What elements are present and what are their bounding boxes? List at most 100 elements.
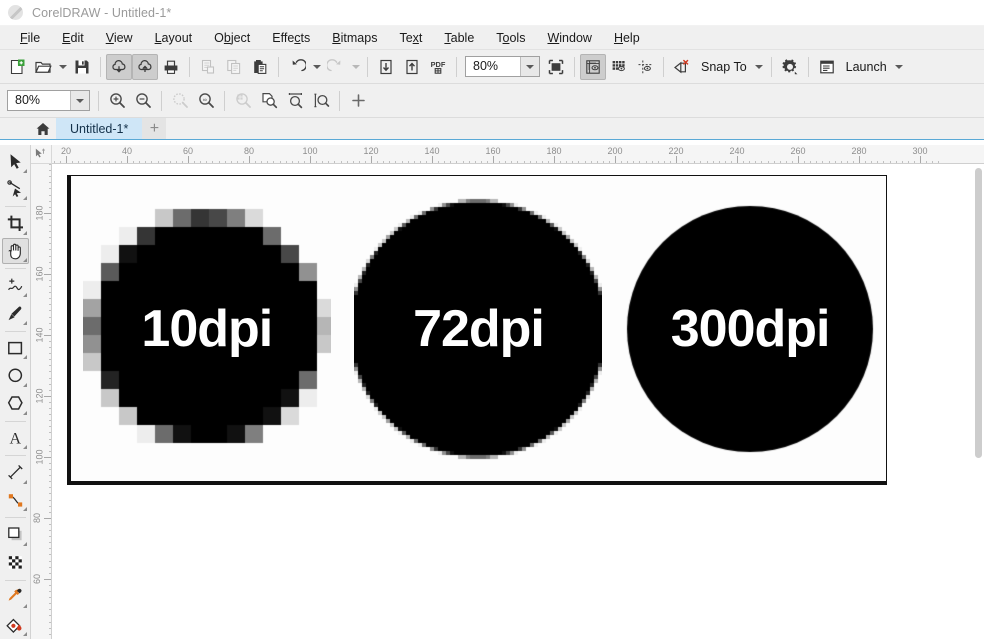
ruler-tick <box>261 161 263 163</box>
toolbar-separator <box>98 90 99 111</box>
vertical-scrollbar[interactable] <box>973 164 984 639</box>
redo-dropdown-caret[interactable] <box>349 54 362 80</box>
zoom-in-icon[interactable] <box>104 88 130 114</box>
ruler-tick <box>639 161 641 163</box>
ruler-tick <box>645 161 647 163</box>
menu-item-help[interactable]: Help <box>603 26 651 50</box>
zoom-to-selection-icon[interactable] <box>230 88 256 114</box>
ruler-tick <box>395 161 397 163</box>
ruler-tick <box>49 603 51 605</box>
paste-icon[interactable] <box>247 54 273 80</box>
snap-to-label[interactable]: Snap To <box>695 54 753 80</box>
zoom-to-100-icon[interactable]: ∞ <box>193 88 219 114</box>
rectangle-tool[interactable] <box>2 335 29 362</box>
zoom-level-dropdown[interactable] <box>520 57 539 76</box>
ruler-tick <box>596 161 598 163</box>
save-icon[interactable] <box>69 54 95 80</box>
new-document-icon[interactable] <box>4 54 30 80</box>
drop-shadow-tool[interactable] <box>2 521 29 548</box>
zoom-out-icon[interactable] <box>130 88 156 114</box>
menu-item-effects[interactable]: Effects <box>261 26 321 50</box>
interactive-fill-tool[interactable] <box>2 611 29 638</box>
menu-item-layout[interactable]: Layout <box>144 26 204 50</box>
dpi-circle-10[interactable]: 10dpi <box>82 190 331 467</box>
color-eyedropper-tool[interactable] <box>2 584 29 611</box>
crop-tool[interactable] <box>2 210 29 237</box>
connector-tool[interactable] <box>2 487 29 514</box>
zoom-level-combo[interactable]: 80% <box>465 56 540 77</box>
cut-icon[interactable] <box>195 54 221 80</box>
parallel-dimension-tool[interactable] <box>2 459 29 486</box>
rulers-icon[interactable] <box>580 53 606 80</box>
ruler-label: 120 <box>34 388 45 404</box>
ruler-tick <box>49 218 51 220</box>
zoom-one-shot-icon[interactable] <box>167 88 193 114</box>
menu-item-edit[interactable]: Edit <box>51 26 95 50</box>
corel-balloon-icon <box>8 5 23 20</box>
home-icon[interactable] <box>30 118 56 139</box>
freehand-tool[interactable] <box>2 272 29 299</box>
redo-icon[interactable] <box>323 54 349 80</box>
horizontal-ruler[interactable]: 20 40 60 80 100 120 140 160 180 200 220 240 260 280 30… <box>52 145 984 164</box>
add-icon[interactable] <box>345 88 371 114</box>
dpi-circle-300[interactable]: 300dpi <box>626 190 875 467</box>
ruler-tick <box>920 156 921 163</box>
document-page[interactable]: 10dpi 72dpi 300dpi <box>67 175 887 485</box>
open-dropdown-caret[interactable] <box>56 54 69 80</box>
transparency-tool[interactable] <box>2 549 29 576</box>
export-icon[interactable] <box>399 54 425 80</box>
vertical-ruler[interactable]: 180 160 140 120 100 80 60 <box>31 164 52 639</box>
zoom-page-width-icon[interactable] <box>282 88 308 114</box>
menu-item-object[interactable]: Object <box>203 26 261 50</box>
zoom-toolbar-dropdown[interactable] <box>70 91 89 110</box>
guidelines-icon[interactable] <box>632 54 658 80</box>
menu-item-window[interactable]: Window <box>536 26 602 50</box>
zoom-to-page-icon[interactable] <box>256 88 282 114</box>
menu-item-file[interactable]: File <box>9 26 51 50</box>
options-gear-icon[interactable] <box>777 54 803 80</box>
full-screen-preview-icon[interactable] <box>543 54 569 80</box>
print-icon[interactable] <box>158 54 184 80</box>
cloud-upload-icon[interactable] <box>132 53 158 80</box>
import-icon[interactable] <box>373 54 399 80</box>
undo-icon[interactable] <box>284 54 310 80</box>
pick-tool[interactable] <box>2 148 29 175</box>
text-tool[interactable]: A <box>2 425 29 452</box>
ruler-tick <box>913 161 915 163</box>
ruler-tick <box>706 161 708 163</box>
snap-off-icon[interactable] <box>669 54 695 80</box>
snap-to-dropdown-caret[interactable] <box>753 54 766 80</box>
zoom-page-height-icon[interactable] <box>308 88 334 114</box>
launch-dropdown-caret[interactable] <box>893 54 906 80</box>
ruler-tick <box>49 206 51 208</box>
grid-icon[interactable] <box>606 54 632 80</box>
menu-item-bitmaps[interactable]: Bitmaps <box>321 26 388 50</box>
cloud-download-icon[interactable] <box>106 53 132 80</box>
ruler-tick <box>938 161 940 163</box>
drawing-canvas[interactable]: 10dpi 72dpi 300dpi <box>52 164 973 639</box>
polygon-tool[interactable] <box>2 390 29 417</box>
pan-tool[interactable] <box>1 237 29 265</box>
launch-window-icon[interactable] <box>814 54 840 80</box>
open-folder-icon[interactable] <box>30 54 56 80</box>
new-document-tab-button[interactable]: + <box>142 118 167 139</box>
ruler-tick <box>44 212 51 214</box>
publish-pdf-icon[interactable]: PDF <box>425 54 451 80</box>
zoom-toolbar-combo[interactable]: 80% <box>7 90 90 111</box>
ruler-origin-icon[interactable] <box>31 145 52 164</box>
dpi-circle-72[interactable]: 72dpi <box>354 190 603 467</box>
undo-dropdown-caret[interactable] <box>310 54 323 80</box>
document-tab-untitled-1[interactable]: Untitled-1* <box>56 118 143 139</box>
menu-item-text[interactable]: Text <box>388 26 433 50</box>
shape-tool[interactable] <box>2 176 29 203</box>
copy-icon[interactable] <box>221 54 247 80</box>
launch-label[interactable]: Launch <box>840 54 893 80</box>
artistic-media-tool[interactable] <box>2 300 29 327</box>
menu-item-view[interactable]: View <box>95 26 144 50</box>
toolbar-separator <box>456 56 457 77</box>
menu-item-table[interactable]: Table <box>433 26 485 50</box>
ellipse-tool[interactable] <box>2 362 29 389</box>
menu-item-tools[interactable]: Tools <box>485 26 536 50</box>
vertical-scrollbar-thumb[interactable] <box>975 168 982 458</box>
ruler-tick <box>44 334 51 336</box>
